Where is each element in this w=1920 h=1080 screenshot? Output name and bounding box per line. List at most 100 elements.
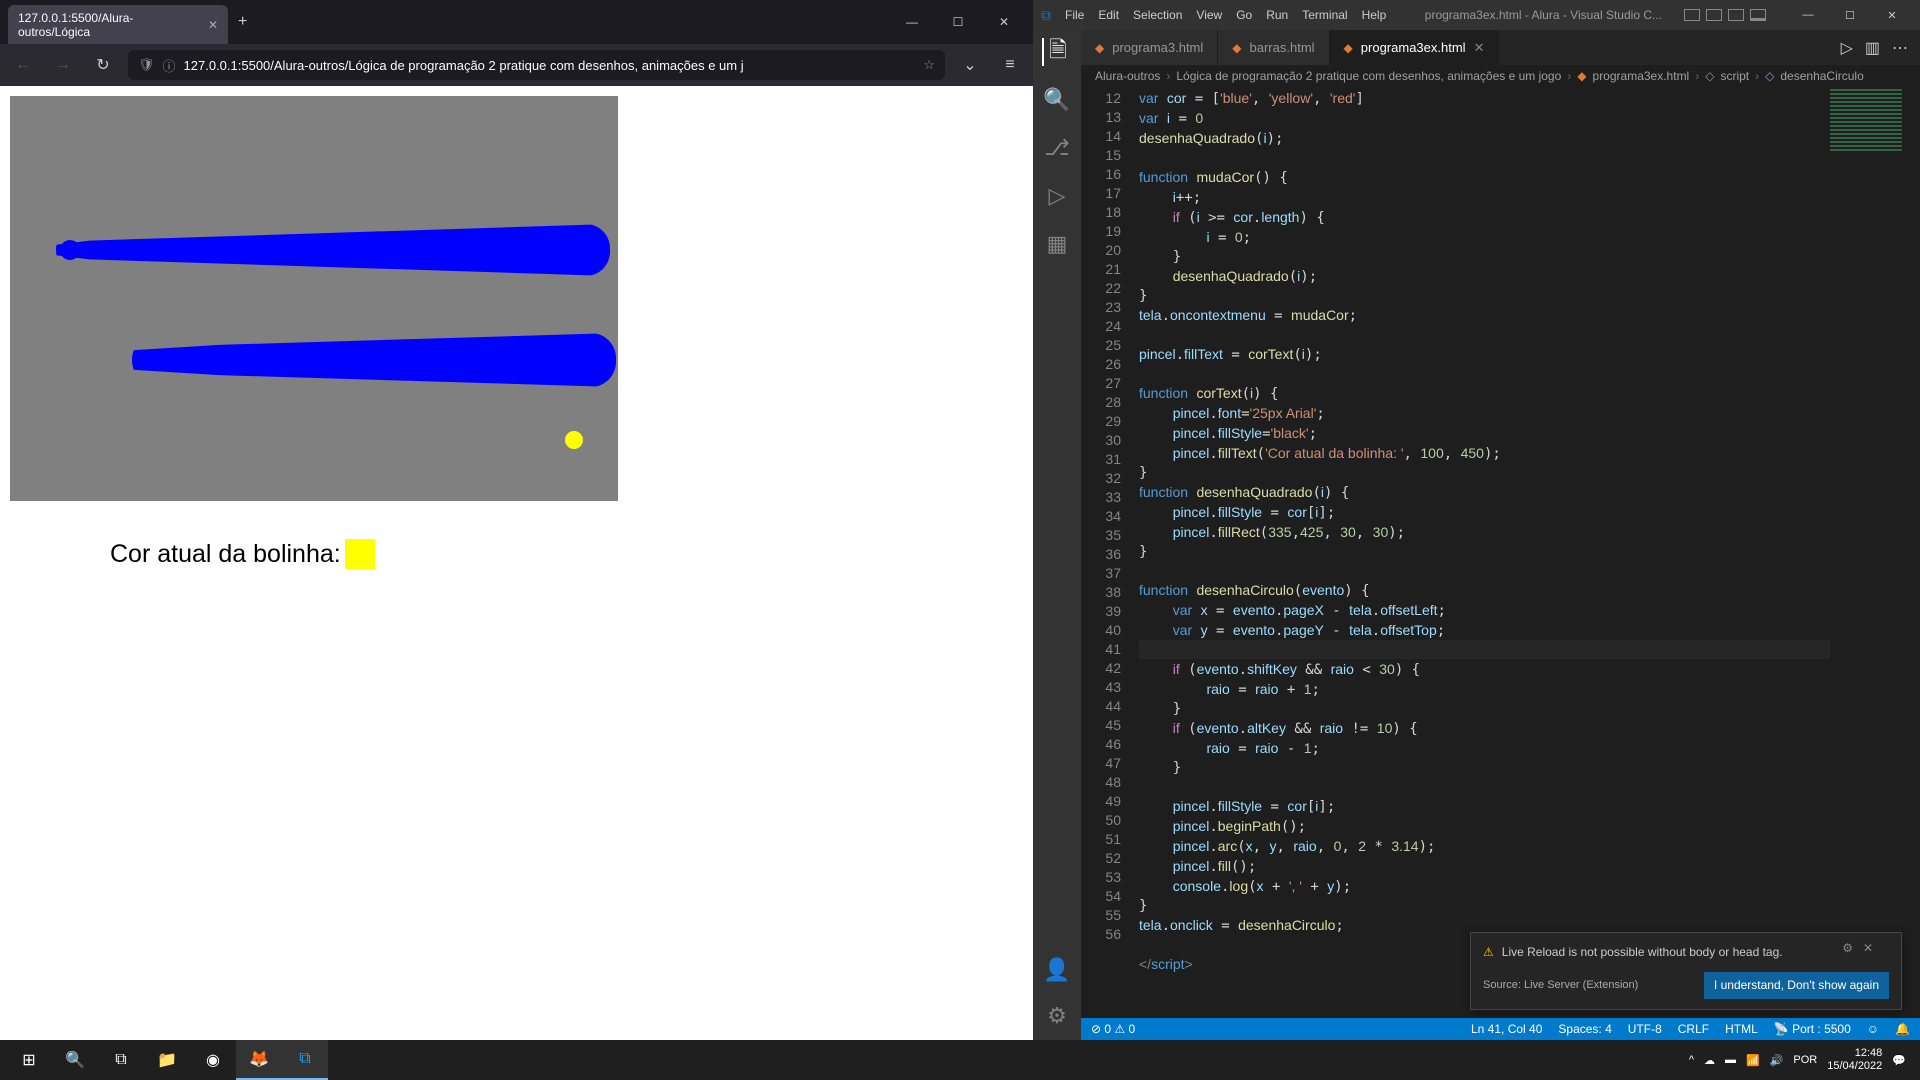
firefox-window: 127.0.0.1:5500/Alura-outros/Lógica ✕ + —… [0, 0, 1033, 1040]
menu-help[interactable]: Help [1362, 8, 1387, 22]
status-eol[interactable]: CRLF [1678, 1022, 1709, 1036]
menu-view[interactable]: View [1196, 8, 1222, 22]
run-debug-icon[interactable]: ▷ [1043, 182, 1071, 210]
activity-bar: 🗎 🔍 ⎇ ▷ ▦ 👤 ⚙ [1033, 30, 1081, 1040]
search-icon[interactable]: 🔍 [1043, 86, 1071, 114]
vscode-title-bar: ⧉ File Edit Selection View Go Run Terminal Help… [1033, 0, 1920, 30]
menu-icon[interactable]: ≡ [995, 50, 1025, 80]
notification-action-button[interactable]: I understand, Don't show again [1704, 972, 1889, 999]
html-file-icon: ◆ [1232, 41, 1241, 55]
menu-run[interactable]: Run [1266, 8, 1288, 22]
bell-icon[interactable]: 🔔 [1895, 1022, 1910, 1036]
info-icon: ⓘ [163, 56, 176, 75]
menu-selection[interactable]: Selection [1133, 8, 1182, 22]
layout-icon[interactable] [1750, 9, 1766, 21]
maximize-button[interactable]: ☐ [1830, 1, 1870, 29]
gear-icon[interactable]: ⚙ [1043, 1002, 1071, 1030]
close-icon[interactable]: ✕ [208, 18, 218, 32]
status-errors[interactable]: ⊘ 0 ⚠ 0 [1091, 1022, 1135, 1036]
maximize-button[interactable]: ☐ [937, 8, 979, 36]
menu-file[interactable]: File [1065, 8, 1084, 22]
menu-go[interactable]: Go [1236, 8, 1252, 22]
volume-icon[interactable]: 🔊 [1770, 1054, 1784, 1067]
task-view-icon[interactable]: ⧉ [98, 1040, 144, 1080]
status-bar: ⊘ 0 ⚠ 0 Ln 41, Col 40 Spaces: 4 UTF-8 CR… [1081, 1018, 1920, 1040]
breadcrumb[interactable]: Alura-outros› Lógica de programação 2 pr… [1081, 65, 1920, 87]
status-spaces[interactable]: Spaces: 4 [1558, 1022, 1611, 1036]
minimize-button[interactable]: — [891, 8, 933, 36]
system-tray[interactable]: ^ ☁ ▬ 📶 🔊 POR 12:48 15/04/2022 💬 [1689, 1047, 1914, 1073]
account-icon[interactable]: 👤 [1043, 956, 1071, 984]
layout-icon[interactable] [1684, 9, 1700, 21]
more-icon[interactable]: ⋯ [1892, 38, 1908, 58]
reload-button[interactable]: ↻ [88, 50, 118, 80]
blue-streak [132, 333, 616, 387]
star-icon[interactable]: ☆ [923, 57, 935, 73]
close-button[interactable]: ✕ [983, 8, 1025, 36]
feedback-icon[interactable]: ☺ [1867, 1022, 1879, 1036]
status-cursor[interactable]: Ln 41, Col 40 [1471, 1022, 1542, 1036]
minimap[interactable] [1826, 87, 1906, 267]
vscode-icon[interactable]: ⧉ [282, 1040, 328, 1080]
layout-icon[interactable] [1706, 9, 1722, 21]
page-label: Cor atual da bolinha: [110, 540, 341, 569]
browser-tab[interactable]: 127.0.0.1:5500/Alura-outros/Lógica ✕ [8, 5, 228, 45]
clock[interactable]: 12:48 15/04/2022 [1827, 1047, 1882, 1073]
menu-edit[interactable]: Edit [1098, 8, 1119, 22]
editor-tabs: ◆programa3.html◆barras.html◆programa3ex.… [1081, 30, 1920, 65]
minimize-button[interactable]: — [1788, 1, 1828, 29]
split-editor-icon[interactable]: ▥ [1865, 38, 1880, 58]
run-icon[interactable]: ▷ [1841, 38, 1853, 58]
battery-icon[interactable]: ▬ [1725, 1054, 1736, 1066]
chrome-icon[interactable]: ◉ [190, 1040, 236, 1080]
start-button[interactable]: ⊞ [6, 1040, 52, 1080]
forward-button[interactable]: → [48, 50, 78, 80]
chevron-up-icon[interactable]: ^ [1689, 1054, 1694, 1066]
notification-source: Source: Live Server (Extension) [1483, 976, 1638, 995]
close-button[interactable]: ✕ [1872, 1, 1912, 29]
status-lang[interactable]: HTML [1725, 1022, 1758, 1036]
new-tab-button[interactable]: + [238, 13, 247, 31]
notifications-icon[interactable]: 💬 [1892, 1054, 1906, 1067]
url-field[interactable]: 🛡 ⓘ 127.0.0.1:5500/Alura-outros/Lógica d… [128, 50, 945, 80]
warning-icon: ⚠ [1483, 943, 1494, 962]
html-file-icon: ◆ [1344, 41, 1353, 55]
window-title: programa3ex.html - Alura - Visual Studio… [1425, 8, 1662, 22]
explorer-icon[interactable]: 🗎 [1042, 38, 1070, 66]
tab-title: 127.0.0.1:5500/Alura-outros/Lógica [18, 11, 200, 39]
pocket-icon[interactable]: ⌄ [955, 50, 985, 80]
cloud-icon[interactable]: ☁ [1704, 1054, 1715, 1067]
back-button[interactable]: ← [8, 50, 38, 80]
source-control-icon[interactable]: ⎇ [1043, 134, 1071, 162]
status-encoding[interactable]: UTF-8 [1628, 1022, 1662, 1036]
close-icon[interactable]: ✕ [1863, 939, 1873, 958]
code-editor[interactable]: 1213141516171819202122232425262728293031… [1081, 87, 1920, 1018]
url-text: 127.0.0.1:5500/Alura-outros/Lógica de pr… [184, 58, 744, 73]
canvas[interactable] [10, 96, 618, 501]
notification-message: Live Reload is not possible without body… [1502, 943, 1783, 962]
address-bar: ← → ↻ 🛡 ⓘ 127.0.0.1:5500/Alura-outros/Ló… [0, 44, 1033, 86]
gear-icon[interactable]: ⚙ [1842, 939, 1853, 958]
menu-terminal[interactable]: Terminal [1302, 8, 1347, 22]
color-swatch [345, 539, 375, 569]
editor-tab[interactable]: ◆programa3.html [1081, 30, 1218, 65]
status-port[interactable]: 📡 Port : 5500 [1774, 1022, 1851, 1036]
search-icon[interactable]: 🔍 [52, 1040, 98, 1080]
close-icon[interactable]: ✕ [1474, 40, 1485, 56]
extensions-icon[interactable]: ▦ [1043, 230, 1071, 258]
blue-streak [56, 224, 610, 276]
wifi-icon[interactable]: 📶 [1746, 1054, 1760, 1067]
editor-tab[interactable]: ◆programa3ex.html✕ [1330, 30, 1500, 65]
browser-tab-bar: 127.0.0.1:5500/Alura-outros/Lógica ✕ + —… [0, 0, 1033, 44]
file-explorer-icon[interactable]: 📁 [144, 1040, 190, 1080]
language-indicator[interactable]: POR [1793, 1054, 1817, 1066]
line-numbers: 1213141516171819202122232425262728293031… [1081, 87, 1139, 1018]
editor-tab[interactable]: ◆barras.html [1218, 30, 1329, 65]
yellow-circle [565, 431, 583, 449]
html-file-icon: ◆ [1095, 41, 1104, 55]
vscode-window: ⧉ File Edit Selection View Go Run Terminal Help… [1033, 0, 1920, 1040]
layout-icon[interactable] [1728, 9, 1744, 21]
vscode-logo-icon: ⧉ [1041, 7, 1051, 24]
page-content: Cor atual da bolinha: [0, 86, 1033, 1040]
firefox-icon[interactable]: 🦊 [236, 1040, 282, 1080]
